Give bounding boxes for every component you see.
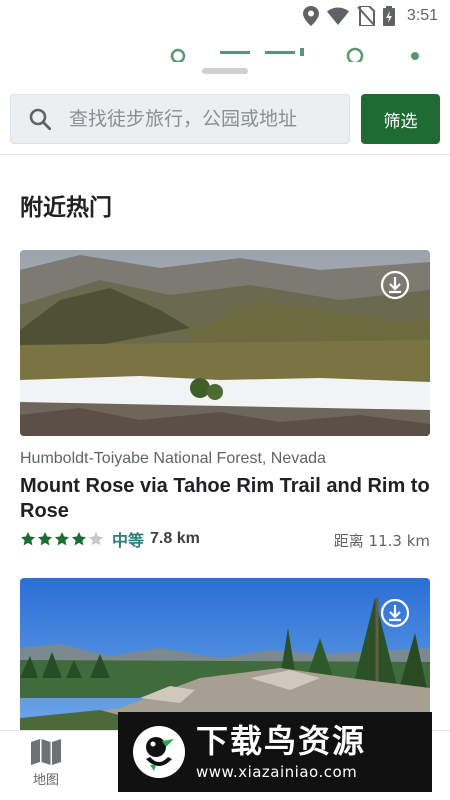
trail-location: Humboldt-Toiyabe National Forest, Nevada [20, 450, 326, 467]
watermark-banner: 下载鸟资源 www.xiazainiao.com [118, 712, 432, 792]
star-rating [20, 531, 104, 547]
star-filled-icon [55, 532, 69, 546]
sheet-drag-handle[interactable] [202, 68, 248, 74]
trail-distance: 距离 11.3 km [333, 532, 430, 550]
search-input[interactable] [69, 108, 329, 130]
search-icon [29, 108, 51, 130]
background-map-controls [170, 47, 419, 62]
trail-meta: 中等 7.8 km 距离 11.3 km [20, 528, 430, 550]
star-filled-icon [72, 532, 86, 546]
download-icon[interactable] [380, 598, 410, 628]
no-sim-icon [357, 6, 375, 26]
watermark-title: 下载鸟资源 [196, 722, 367, 760]
star-filled-icon [38, 532, 52, 546]
nav-item-map[interactable]: 地图 [18, 739, 74, 788]
watermark-text: 下载鸟资源 www.xiazainiao.com [196, 723, 366, 781]
trail-length: 7.8 km [150, 530, 200, 547]
status-bar: 3:51 [0, 0, 450, 32]
star-empty-icon [89, 532, 103, 546]
section-title: 附近热门 [20, 195, 112, 221]
status-time: 3:51 [406, 7, 438, 24]
divider [0, 154, 450, 155]
battery-charging-icon [382, 6, 395, 26]
trail-difficulty: 中等 [112, 531, 145, 550]
wifi-icon [326, 7, 349, 25]
filter-button[interactable]: 筛选 [361, 94, 440, 144]
location-icon [302, 6, 319, 26]
bird-logo-icon [133, 726, 185, 778]
star-filled-icon [21, 532, 35, 546]
trail-name[interactable]: Mount Rose via Tahoe Rim Trail and Rim t… [20, 474, 430, 524]
search-row: 筛选 [10, 94, 440, 144]
watermark-url: www.xiazainiao.com [196, 763, 358, 781]
trail-card[interactable]: Humboldt-Toiyabe National Forest, Nevada… [20, 250, 430, 550]
search-box[interactable] [10, 94, 350, 144]
map-icon [31, 739, 61, 765]
trail-photo[interactable] [20, 250, 430, 436]
nav-label: 地图 [32, 773, 59, 788]
download-icon[interactable] [380, 270, 410, 300]
